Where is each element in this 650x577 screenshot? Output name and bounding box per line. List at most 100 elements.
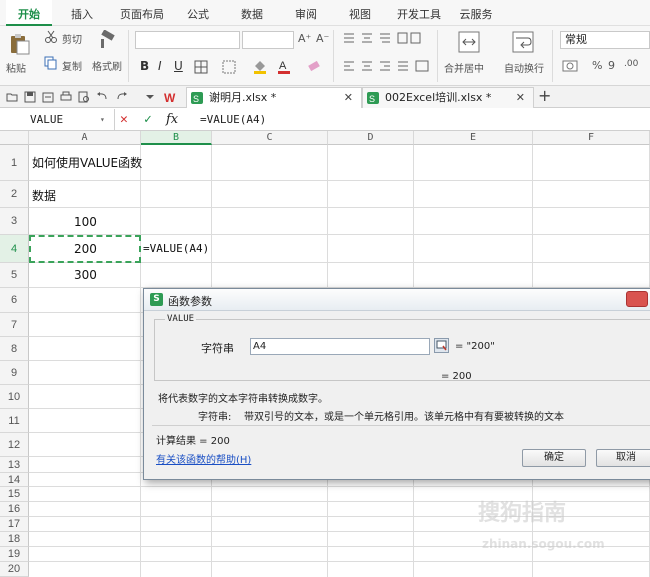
undo-icon[interactable] [96,91,108,103]
merge-center-button[interactable]: 合并居中 [444,60,484,75]
column-header-b[interactable]: B [141,131,212,145]
cell-b4[interactable]: =VALUE(A4) [143,242,209,255]
wrap-text-icon[interactable] [512,31,534,53]
row-header-12[interactable]: 12 [0,433,29,457]
print-preview-icon[interactable] [78,91,90,103]
print-icon[interactable] [60,91,72,103]
range-select-button[interactable] [434,338,449,353]
cell-a4[interactable]: 200 [74,242,97,256]
wrap-text-button[interactable]: 自动换行 [504,60,544,75]
row-header-17[interactable]: 17 [0,517,29,532]
argument-input[interactable]: A4 [250,338,430,355]
font-size-select[interactable] [242,31,294,49]
font-grow-button[interactable]: A⁺ [298,32,311,45]
row-header-6[interactable]: 6 [0,288,29,313]
formula-input[interactable]: =VALUE(A4) [200,109,266,130]
row-header-10[interactable]: 10 [0,385,29,409]
save-icon[interactable] [24,91,36,103]
underline-button[interactable]: U [174,59,183,73]
row-header-4[interactable]: 4 [0,235,29,263]
row-header-13[interactable]: 13 [0,457,29,473]
cell-a2[interactable]: 数据 [32,187,56,204]
currency-icon[interactable] [562,58,580,74]
clear-format-icon[interactable] [306,58,322,74]
row-header-5[interactable]: 5 [0,263,29,288]
row-header-2[interactable]: 2 [0,181,29,208]
merge-center-icon[interactable] [458,31,480,53]
column-header-d[interactable]: D [328,131,414,145]
paste-button[interactable]: 粘贴 [6,60,26,75]
tab-document-1[interactable]: S 谢明月.xlsx * ✕ [186,87,362,108]
row-header-1[interactable]: 1 [0,145,29,181]
row-header-11[interactable]: 11 [0,409,29,433]
row-header-19[interactable]: 19 [0,547,29,562]
tab-insert[interactable]: 插入 [62,0,102,26]
tab-review[interactable]: 审阅 [286,0,326,26]
align-text-icons[interactable] [342,60,432,72]
borders-icon[interactable] [194,60,208,74]
tab-home[interactable]: 开始 [6,0,52,26]
copy-button[interactable]: 复制 [62,58,82,73]
tab-document-2-label: 002Excel培训.xlsx * [385,91,492,104]
row-header-8[interactable]: 8 [0,337,29,361]
column-header-a[interactable]: A [29,131,141,145]
row-header-20[interactable]: 20 [0,562,29,577]
cancel-edit-button[interactable]: ✕ [120,109,128,130]
cell-a1[interactable]: 如何使用VALUE函数 [32,154,142,171]
tab-developer[interactable]: 开发工具 [390,0,448,26]
format-painter-icon[interactable] [96,30,116,50]
name-box-dropdown-icon[interactable]: ▾ [100,109,105,130]
comma-button[interactable]: 9 [608,59,615,72]
cell-style-icon[interactable] [222,60,236,74]
dialog-title-bar[interactable]: S 函数参数 [144,289,650,311]
export-icon[interactable] [42,91,54,103]
font-name-select[interactable] [135,31,240,49]
function-help-link[interactable]: 有关该函数的帮助(H) [156,451,251,466]
bold-button[interactable]: B [140,59,149,73]
tab-page-layout[interactable]: 页面布局 [112,0,172,26]
column-header-e[interactable]: E [414,131,533,145]
tab-view[interactable]: 视图 [340,0,380,26]
fill-color-icon[interactable] [252,58,268,74]
tab-formulas[interactable]: 公式 [178,0,218,26]
font-color-icon[interactable]: A [276,58,292,74]
open-folder-icon[interactable] [6,91,18,103]
cell-a5[interactable]: 300 [74,268,97,282]
chevron-down-icon[interactable] [144,91,156,103]
name-box[interactable]: VALUE [0,109,115,130]
select-all-corner[interactable] [0,131,29,145]
cut-button[interactable]: 剪切 [62,31,82,46]
column-header-f[interactable]: F [533,131,650,145]
confirm-edit-button[interactable]: ✓ [144,109,152,130]
percent-button[interactable]: % [592,59,602,72]
column-header-c[interactable]: C [212,131,328,145]
row-header-14[interactable]: 14 [0,473,29,487]
close-icon[interactable]: ✕ [344,88,353,107]
row-header-18[interactable]: 18 [0,532,29,547]
number-format-select[interactable]: 常规 [560,31,650,49]
scissors-icon[interactable] [44,30,58,44]
close-icon[interactable]: ✕ [516,88,525,107]
row-header-9[interactable]: 9 [0,361,29,385]
row-header-15[interactable]: 15 [0,487,29,502]
alignment-icons[interactable] [342,32,422,44]
redo-icon[interactable] [116,91,128,103]
format-painter-button[interactable]: 格式刷 [92,58,122,73]
cancel-button[interactable]: 取消 [596,449,650,467]
italic-button[interactable]: I [158,59,162,73]
row-header-7[interactable]: 7 [0,313,29,337]
ok-button[interactable]: 确定 [522,449,586,467]
increase-decimal-button[interactable]: .00 [624,59,638,69]
row-header-3[interactable]: 3 [0,208,29,235]
tab-document-2[interactable]: S 002Excel培训.xlsx * ✕ [362,87,534,108]
insert-function-button[interactable]: fx [166,109,178,130]
dialog-close-button[interactable] [626,291,648,307]
paste-icon[interactable] [8,32,32,56]
new-tab-button[interactable]: + [538,86,551,106]
tab-data[interactable]: 数据 [232,0,272,26]
tab-cloud[interactable]: 云服务 [454,0,498,26]
cell-a3[interactable]: 100 [74,215,97,229]
row-header-16[interactable]: 16 [0,502,29,517]
font-shrink-button[interactable]: A⁻ [316,32,329,45]
copy-icon[interactable] [44,56,58,70]
